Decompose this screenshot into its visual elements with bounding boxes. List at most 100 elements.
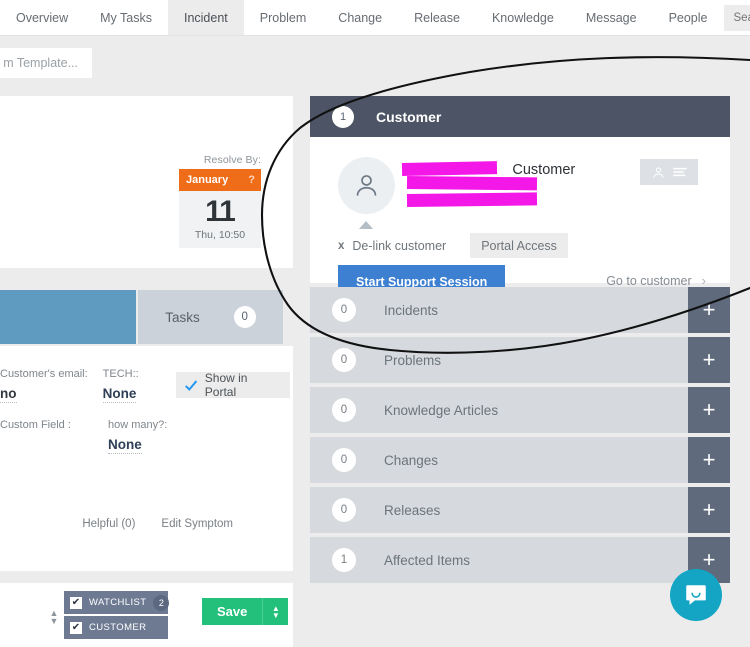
delink-x-icon[interactable]: x <box>338 240 344 252</box>
nav-item-release[interactable]: Release <box>398 0 476 35</box>
checkbox-label: WATCHLIST <box>89 597 147 608</box>
save-button-group[interactable]: Save ▲ ▼ <box>202 598 289 625</box>
avatar-expand-caret-icon[interactable] <box>359 221 373 229</box>
section-label: Affected Items <box>384 552 471 568</box>
add-incident-button[interactable]: + <box>688 287 730 333</box>
left-tab-strip: Tasks 0 <box>0 290 293 346</box>
nav-item-change[interactable]: Change <box>322 0 398 35</box>
section-changes[interactable]: 0 Changes + <box>310 437 730 483</box>
notify-checkbox-stack: ✔ WATCHLIST 2 ✔ CUSTOMER <box>64 591 170 641</box>
field-value[interactable]: None <box>102 386 137 403</box>
tab-tasks[interactable]: Tasks 0 <box>138 290 283 344</box>
checkbox-watchlist[interactable]: ✔ WATCHLIST 2 <box>64 591 170 614</box>
customer-card: 1 Customer XXXXXXXXXXXCustomer <box>310 96 730 298</box>
field-grid: Customer's email: no TECH:: None Show in… <box>0 368 290 470</box>
section-problems[interactable]: 0 Problems + <box>310 337 730 383</box>
field-how-many: how many?: None <box>108 419 170 454</box>
person-icon <box>356 175 377 196</box>
resolve-by-block: Resolve By: January ? 11 Thu, 10:50 <box>179 154 261 248</box>
show-in-portal-checkbox[interactable]: Show in Portal <box>175 371 290 399</box>
delink-row: x De-link customer Portal Access <box>338 233 568 258</box>
nav-item-problem[interactable]: Problem <box>244 0 323 35</box>
customer-panel: 1 Customer XXXXXXXXXXXCustomer <box>310 96 740 583</box>
sub-toolbar: m Template... <box>0 36 750 87</box>
contact-card-button[interactable] <box>640 159 698 185</box>
delink-customer-link[interactable]: De-link customer <box>352 239 446 253</box>
due-day-number: 11 <box>205 195 236 228</box>
customer-card-body: XXXXXXXXXXXCustomer <box>310 137 730 298</box>
go-to-customer-link[interactable]: Go to customer › <box>606 273 706 288</box>
nav-item-overview[interactable]: Overview <box>0 0 84 35</box>
field-customer-email: Customer's email: no <box>0 368 103 403</box>
add-release-button[interactable]: + <box>688 487 730 533</box>
section-count: 0 <box>332 398 356 422</box>
customer-name-suffix: Customer <box>512 162 576 178</box>
nav-item-my-tasks[interactable]: My Tasks <box>84 0 168 35</box>
section-count: 0 <box>332 448 356 472</box>
resolve-by-label: Resolve By: <box>203 154 261 166</box>
search-input[interactable] <box>733 12 750 24</box>
nav-item-incident[interactable]: Incident <box>167 0 244 35</box>
field-row: Custom Field : how many?: None <box>0 419 290 454</box>
caret-down-icon: ▼ <box>271 610 280 620</box>
section-releases[interactable]: 0 Releases + <box>310 487 730 533</box>
symptom-link-row: Helpful (0) Edit Symptom <box>0 518 281 530</box>
edit-symptom-link[interactable]: Edit Symptom <box>161 518 233 530</box>
field-label: Custom Field : <box>0 419 71 431</box>
nav-label: My Tasks <box>100 10 152 25</box>
field-value[interactable]: no <box>0 386 17 403</box>
section-knowledge-articles[interactable]: 0 Knowledge Articles + <box>310 387 730 433</box>
add-problem-button[interactable]: + <box>688 337 730 383</box>
redaction-mark <box>406 192 538 207</box>
show-in-portal-label: Show in Portal <box>204 371 248 399</box>
nav-label: Problem <box>259 10 307 25</box>
section-count: 0 <box>332 498 356 522</box>
avatar <box>338 157 395 214</box>
chat-bubble-icon <box>686 585 706 605</box>
checkbox-label: CUSTOMER <box>89 622 147 633</box>
field-label: Customer's email: <box>0 368 88 380</box>
section-label: Changes <box>384 452 439 468</box>
section-label: Releases <box>384 502 441 518</box>
redaction-mark <box>406 176 538 191</box>
add-knowledge-article-button[interactable]: + <box>688 387 730 433</box>
nav-item-knowledge[interactable]: Knowledge <box>476 0 570 35</box>
due-time-label: Thu, 10:50 <box>194 229 246 241</box>
search-box[interactable] <box>723 5 750 31</box>
tab-tasks-label: Tasks <box>165 309 200 325</box>
section-count: 1 <box>332 548 356 572</box>
template-field[interactable]: m Template... <box>0 48 92 78</box>
nav-label: Knowledge <box>491 10 554 25</box>
nav-item-people[interactable]: People <box>653 0 724 35</box>
template-field-text: m Template... <box>3 56 78 70</box>
incident-summary-card: Resolve By: January ? 11 Thu, 10:50 <box>0 96 293 268</box>
add-change-button[interactable]: + <box>688 437 730 483</box>
portal-access-button[interactable]: Portal Access <box>470 233 568 258</box>
section-label: Knowledge Articles <box>384 402 499 418</box>
save-dropdown-button[interactable]: ▲ ▼ <box>262 598 289 625</box>
chat-launcher-button[interactable] <box>670 569 722 621</box>
nav-label: Message <box>585 10 637 25</box>
due-month-label: January <box>186 174 229 186</box>
section-affected-items[interactable]: 1 Affected Items + <box>310 537 730 583</box>
section-count: 0 <box>332 298 356 322</box>
customer-card-header[interactable]: 1 Customer <box>310 96 730 137</box>
section-incidents[interactable]: 0 Incidents + <box>310 287 730 333</box>
go-to-customer-label: Go to customer <box>606 273 692 288</box>
field-custom-field: Custom Field : <box>0 419 108 454</box>
due-date-header: January ? <box>179 169 261 191</box>
due-date-help-icon[interactable]: ? <box>248 174 255 186</box>
helpful-link[interactable]: Helpful (0) <box>82 518 135 530</box>
stepper-down-icon: ▼ <box>49 616 59 626</box>
tab-tasks-count: 0 <box>233 306 256 328</box>
stepper-arrows[interactable]: ▲ ▼ <box>48 609 60 626</box>
nav-label: Incident <box>183 10 228 25</box>
checkbox-customer[interactable]: ✔ CUSTOMER <box>64 616 168 639</box>
field-value[interactable]: None <box>108 437 142 454</box>
nav-item-message[interactable]: Message <box>570 0 653 35</box>
tab-active-highlight[interactable] <box>0 290 136 344</box>
redaction-mark <box>401 161 498 176</box>
save-button[interactable]: Save <box>202 598 263 625</box>
field-row: Customer's email: no TECH:: None Show in… <box>0 368 290 403</box>
field-label: TECH:: <box>102 368 139 380</box>
